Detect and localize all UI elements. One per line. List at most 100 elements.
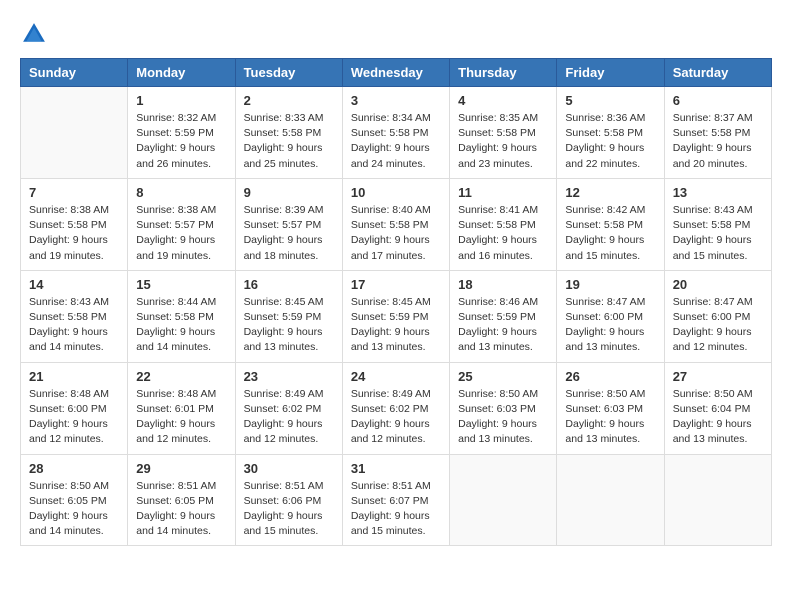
calendar-day-cell: 19Sunrise: 8:47 AMSunset: 6:00 PMDayligh… (557, 270, 664, 362)
day-number: 29 (136, 461, 226, 476)
day-number: 19 (565, 277, 655, 292)
calendar-day-cell: 10 Sunrise: 8:40 AMSunset: 5:58 PMDayligh… (342, 178, 449, 270)
calendar-day-cell: 30 Sunrise: 8:51 AMSunset: 6:06 PMDayligh… (235, 454, 342, 546)
calendar-day-cell: 2Sunrise: 8:33 AMSunset: 5:58 PMDaylight… (235, 87, 342, 179)
day-number: 10 (351, 185, 441, 200)
calendar-day-cell: 16 Sunrise: 8:45 AMSunset: 5:59 PMDayligh… (235, 270, 342, 362)
day-info: Sunrise: 8:38 AMSunset: 5:57 PMDaylight:… (136, 203, 226, 264)
calendar-day-cell: 6 Sunrise: 8:37 AMSunset: 5:58 PMDaylight… (664, 87, 771, 179)
weekday-header: Tuesday (235, 59, 342, 87)
day-info: Sunrise: 8:50 AMSunset: 6:04 PMDaylight:… (673, 387, 763, 448)
calendar-day-cell: 5 Sunrise: 8:36 AMSunset: 5:58 PMDaylight… (557, 87, 664, 179)
weekday-header: Sunday (21, 59, 128, 87)
weekday-header: Wednesday (342, 59, 449, 87)
day-number: 4 (458, 93, 548, 108)
calendar-day-cell: 9 Sunrise: 8:39 AMSunset: 5:57 PMDaylight… (235, 178, 342, 270)
day-number: 24 (351, 369, 441, 384)
day-number: 7 (29, 185, 119, 200)
day-number: 8 (136, 185, 226, 200)
calendar-day-cell: 12Sunrise: 8:42 AMSunset: 5:58 PMDayligh… (557, 178, 664, 270)
day-number: 30 (244, 461, 334, 476)
calendar-day-cell (21, 87, 128, 179)
calendar-week-row: 1Sunrise: 8:32 AMSunset: 5:59 PMDaylight… (21, 87, 772, 179)
day-info: Sunrise: 8:43 AMSunset: 5:58 PMDaylight:… (29, 295, 119, 356)
calendar-day-cell: 21 Sunrise: 8:48 AMSunset: 6:00 PMDayligh… (21, 362, 128, 454)
weekday-header: Saturday (664, 59, 771, 87)
day-number: 26 (565, 369, 655, 384)
day-info: Sunrise: 8:37 AMSunset: 5:58 PMDaylight:… (673, 111, 763, 172)
calendar-day-cell (664, 454, 771, 546)
day-info: Sunrise: 8:42 AMSunset: 5:58 PMDaylight:… (565, 203, 655, 264)
day-info: Sunrise: 8:40 AMSunset: 5:58 PMDaylight:… (351, 203, 441, 264)
day-info: Sunrise: 8:45 AMSunset: 5:59 PMDaylight:… (244, 295, 334, 356)
day-info: Sunrise: 8:51 AMSunset: 6:06 PMDaylight:… (244, 479, 334, 540)
day-info: Sunrise: 8:44 AMSunset: 5:58 PMDaylight:… (136, 295, 226, 356)
day-number: 27 (673, 369, 763, 384)
calendar-day-cell: 25 Sunrise: 8:50 AMSunset: 6:03 PMDayligh… (450, 362, 557, 454)
day-number: 11 (458, 185, 548, 200)
day-info: Sunrise: 8:48 AMSunset: 6:01 PMDaylight:… (136, 387, 226, 448)
day-number: 28 (29, 461, 119, 476)
calendar-week-row: 14 Sunrise: 8:43 AMSunset: 5:58 PMDayligh… (21, 270, 772, 362)
day-number: 23 (244, 369, 334, 384)
day-info: Sunrise: 8:50 AMSunset: 6:05 PMDaylight:… (29, 479, 119, 540)
calendar-week-row: 7Sunrise: 8:38 AMSunset: 5:58 PMDaylight… (21, 178, 772, 270)
day-info: Sunrise: 8:49 AMSunset: 6:02 PMDaylight:… (351, 387, 441, 448)
calendar-day-cell: 14 Sunrise: 8:43 AMSunset: 5:58 PMDayligh… (21, 270, 128, 362)
calendar-day-cell: 4 Sunrise: 8:35 AMSunset: 5:58 PMDaylight… (450, 87, 557, 179)
weekday-header-row: SundayMondayTuesdayWednesdayThursdayFrid… (21, 59, 772, 87)
logo (20, 20, 52, 48)
page-header (20, 20, 772, 48)
day-number: 13 (673, 185, 763, 200)
calendar-day-cell: 24 Sunrise: 8:49 AMSunset: 6:02 PMDayligh… (342, 362, 449, 454)
day-number: 17 (351, 277, 441, 292)
day-number: 9 (244, 185, 334, 200)
day-info: Sunrise: 8:39 AMSunset: 5:57 PMDaylight:… (244, 203, 334, 264)
calendar-day-cell: 15Sunrise: 8:44 AMSunset: 5:58 PMDayligh… (128, 270, 235, 362)
calendar-day-cell: 23Sunrise: 8:49 AMSunset: 6:02 PMDayligh… (235, 362, 342, 454)
calendar-day-cell: 13 Sunrise: 8:43 AMSunset: 5:58 PMDayligh… (664, 178, 771, 270)
day-number: 31 (351, 461, 441, 476)
day-info: Sunrise: 8:47 AMSunset: 6:00 PMDaylight:… (673, 295, 763, 356)
calendar-day-cell (450, 454, 557, 546)
calendar-day-cell: 18 Sunrise: 8:46 AMSunset: 5:59 PMDayligh… (450, 270, 557, 362)
calendar-day-cell: 28 Sunrise: 8:50 AMSunset: 6:05 PMDayligh… (21, 454, 128, 546)
day-info: Sunrise: 8:51 AMSunset: 6:05 PMDaylight:… (136, 479, 226, 540)
calendar-week-row: 21 Sunrise: 8:48 AMSunset: 6:00 PMDayligh… (21, 362, 772, 454)
calendar-day-cell: 29 Sunrise: 8:51 AMSunset: 6:05 PMDayligh… (128, 454, 235, 546)
day-number: 21 (29, 369, 119, 384)
calendar-day-cell: 3Sunrise: 8:34 AMSunset: 5:58 PMDaylight… (342, 87, 449, 179)
day-info: Sunrise: 8:46 AMSunset: 5:59 PMDaylight:… (458, 295, 548, 356)
day-number: 14 (29, 277, 119, 292)
logo-icon (20, 20, 48, 48)
day-number: 22 (136, 369, 226, 384)
calendar-day-cell: 22 Sunrise: 8:48 AMSunset: 6:01 PMDayligh… (128, 362, 235, 454)
day-info: Sunrise: 8:36 AMSunset: 5:58 PMDaylight:… (565, 111, 655, 172)
day-info: Sunrise: 8:51 AMSunset: 6:07 PMDaylight:… (351, 479, 441, 540)
day-info: Sunrise: 8:48 AMSunset: 6:00 PMDaylight:… (29, 387, 119, 448)
weekday-header: Monday (128, 59, 235, 87)
day-info: Sunrise: 8:35 AMSunset: 5:58 PMDaylight:… (458, 111, 548, 172)
day-number: 1 (136, 93, 226, 108)
day-number: 20 (673, 277, 763, 292)
calendar-day-cell: 31 Sunrise: 8:51 AMSunset: 6:07 PMDayligh… (342, 454, 449, 546)
calendar-day-cell: 1Sunrise: 8:32 AMSunset: 5:59 PMDaylight… (128, 87, 235, 179)
day-number: 18 (458, 277, 548, 292)
calendar-day-cell: 11Sunrise: 8:41 AMSunset: 5:58 PMDayligh… (450, 178, 557, 270)
calendar-day-cell (557, 454, 664, 546)
day-number: 25 (458, 369, 548, 384)
calendar-table: SundayMondayTuesdayWednesdayThursdayFrid… (20, 58, 772, 546)
day-info: Sunrise: 8:43 AMSunset: 5:58 PMDaylight:… (673, 203, 763, 264)
day-number: 6 (673, 93, 763, 108)
day-number: 16 (244, 277, 334, 292)
day-number: 2 (244, 93, 334, 108)
calendar-day-cell: 8 Sunrise: 8:38 AMSunset: 5:57 PMDaylight… (128, 178, 235, 270)
calendar-day-cell: 20 Sunrise: 8:47 AMSunset: 6:00 PMDayligh… (664, 270, 771, 362)
calendar-day-cell: 7Sunrise: 8:38 AMSunset: 5:58 PMDaylight… (21, 178, 128, 270)
day-number: 5 (565, 93, 655, 108)
weekday-header: Friday (557, 59, 664, 87)
calendar-day-cell: 17 Sunrise: 8:45 AMSunset: 5:59 PMDayligh… (342, 270, 449, 362)
day-number: 3 (351, 93, 441, 108)
day-info: Sunrise: 8:45 AMSunset: 5:59 PMDaylight:… (351, 295, 441, 356)
day-info: Sunrise: 8:50 AMSunset: 6:03 PMDaylight:… (458, 387, 548, 448)
